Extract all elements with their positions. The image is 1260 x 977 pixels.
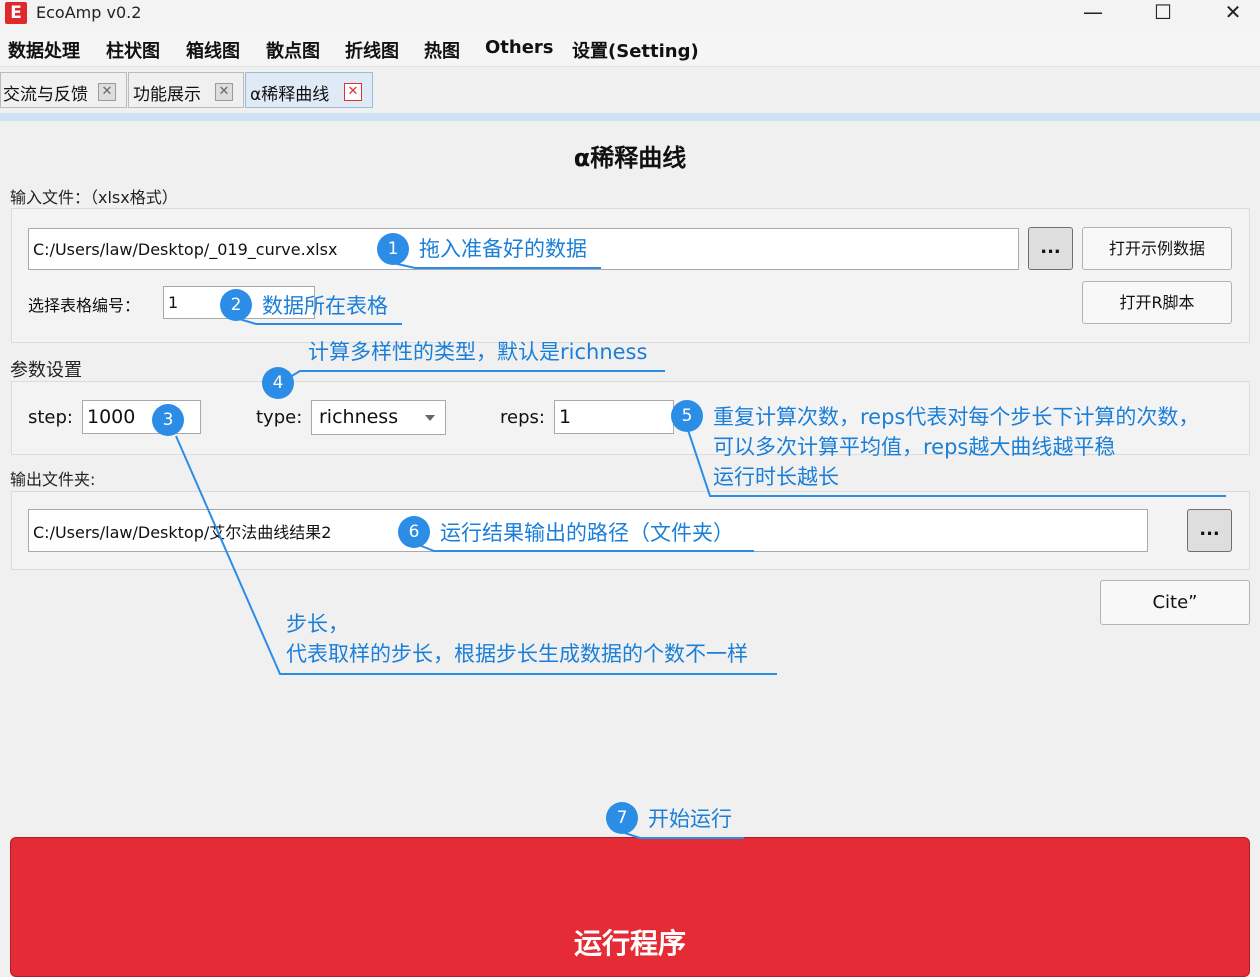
open-example-data-button[interactable]: 打开示例数据 [1082, 227, 1232, 270]
minimize-button[interactable]: — [1064, 0, 1122, 26]
maximize-button[interactable]: ☐ [1134, 0, 1192, 26]
annotation-marker-4: 4 [262, 367, 294, 399]
tab-label: 交流与反馈 [3, 85, 88, 105]
menu-heatmap[interactable]: 热图 [424, 37, 460, 63]
page-title: α稀释曲线 [573, 144, 687, 172]
reps-field[interactable] [554, 400, 674, 434]
menu-data-processing[interactable]: 数据处理 [8, 37, 80, 63]
output-folder-label: 输出文件夹: [10, 470, 96, 489]
annotation-text-2: 数据所在表格 [262, 294, 388, 318]
annotation-text-1: 拖入准备好的数据 [419, 237, 587, 261]
menu-bar-chart[interactable]: 柱状图 [106, 37, 160, 63]
annotation-text-4: 计算多样性的类型，默认是richness [308, 340, 648, 364]
annotation-marker-1: 1 [377, 233, 409, 265]
run-program-label: 运行程序 [573, 927, 686, 960]
type-select[interactable]: richness [311, 400, 446, 435]
type-select-value: richness [319, 406, 399, 428]
chevron-down-icon [425, 415, 435, 421]
annotation-text-7: 开始运行 [648, 807, 732, 831]
params-label: 参数设置 [10, 360, 82, 381]
app-logo-icon: E [5, 2, 27, 24]
input-file-label: 输入文件：（xlsx格式） [10, 188, 178, 207]
title-bar: E EcoAmp v0.2 — ☐ ✕ [0, 0, 1260, 33]
tab-alpha-rarefaction[interactable]: α稀释曲线 ✕ [245, 72, 373, 108]
close-window-button[interactable]: ✕ [1204, 0, 1260, 26]
annotation-text-3: 步长， 代表取样的步长，根据步长生成数据的个数不一样 [286, 612, 748, 666]
type-label: type: [256, 407, 303, 428]
run-program-button[interactable]: 运行程序 [10, 837, 1250, 977]
step-label: step: [28, 407, 73, 428]
tab-feedback[interactable]: 交流与反馈 ✕ [0, 72, 127, 108]
menu-scatter-plot[interactable]: 散点图 [266, 37, 320, 63]
reps-label: reps: [500, 407, 545, 428]
tab-label: 功能展示 [133, 85, 201, 105]
annotation-text-5: 重复计算次数，reps代表对每个步长下计算的次数， 可以多次计算平均值，reps… [713, 405, 1200, 489]
annotation-marker-6: 6 [398, 516, 430, 548]
close-tab-icon[interactable]: ✕ [344, 83, 362, 101]
browse-input-button[interactable]: ... [1028, 227, 1073, 270]
close-tab-icon[interactable]: ✕ [98, 83, 116, 101]
menu-settings[interactable]: 设置(Setting) [572, 37, 699, 63]
cite-button[interactable]: Cite” [1100, 580, 1250, 625]
menu-others[interactable]: Others [485, 37, 554, 58]
menu-bar: 数据处理 柱状图 箱线图 散点图 折线图 热图 Others 设置(Settin… [0, 33, 1260, 67]
tab-bar: 交流与反馈 ✕ 功能展示 ✕ α稀释曲线 ✕ [0, 67, 1260, 113]
annotation-marker-7: 7 [606, 802, 638, 834]
menu-box-plot[interactable]: 箱线图 [186, 37, 240, 63]
close-tab-icon[interactable]: ✕ [215, 83, 233, 101]
open-r-script-button[interactable]: 打开R脚本 [1082, 281, 1232, 324]
tab-label: α稀释曲线 [250, 85, 330, 105]
browse-output-button[interactable]: ... [1187, 509, 1232, 552]
tab-feature-demo[interactable]: 功能展示 ✕ [128, 72, 244, 108]
annotation-marker-2: 2 [220, 289, 252, 321]
annotation-marker-3: 3 [152, 404, 184, 436]
tab-content-strip [0, 113, 1260, 121]
sheet-number-label: 选择表格编号： [28, 296, 141, 315]
annotation-text-6: 运行结果输出的路径（文件夹） [440, 521, 734, 545]
annotation-marker-5: 5 [671, 400, 703, 432]
menu-line-chart[interactable]: 折线图 [345, 37, 399, 63]
window-title: EcoAmp v0.2 [36, 3, 142, 22]
